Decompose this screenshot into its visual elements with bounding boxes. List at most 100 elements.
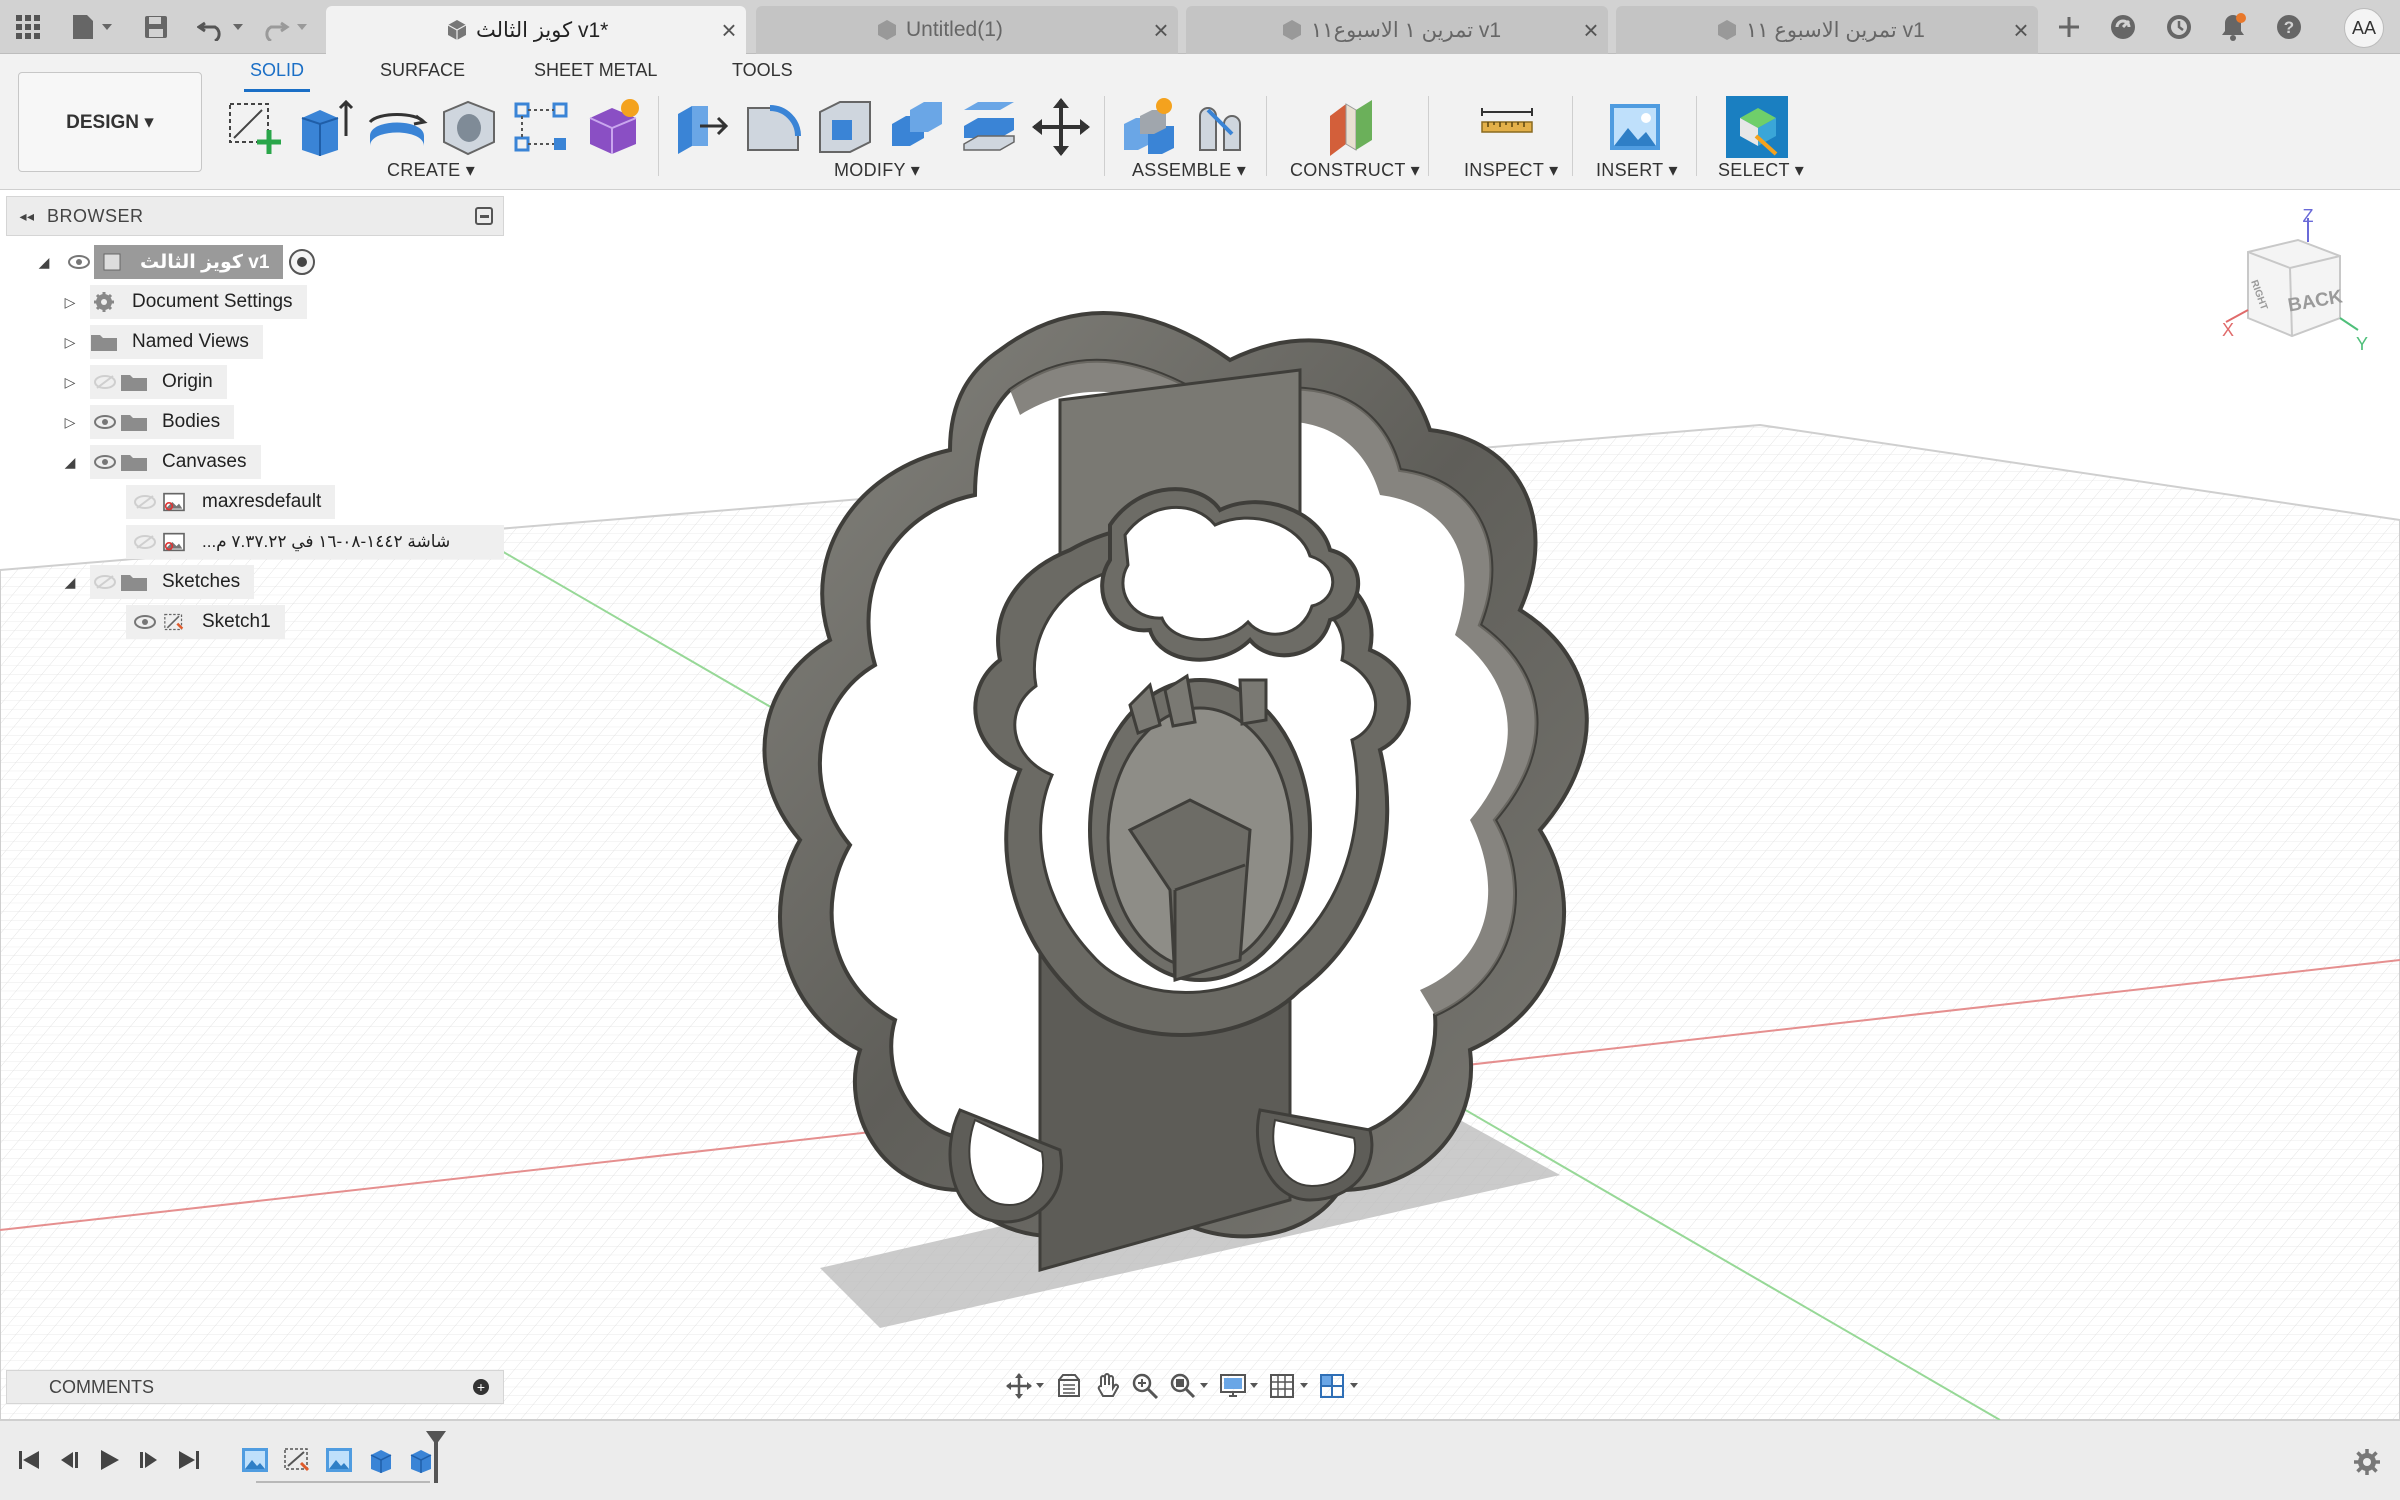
move-icon[interactable] bbox=[1030, 96, 1092, 158]
timeline-extrude-feature-icon[interactable] bbox=[364, 1443, 398, 1477]
browser-item-document-settings[interactable]: ▷ Document Settings bbox=[60, 285, 307, 319]
inspect-menu[interactable]: INSPECT ▾ bbox=[1464, 160, 1558, 181]
browser-pin-icon[interactable] bbox=[475, 207, 493, 225]
expand-icon[interactable]: ▷ bbox=[60, 414, 80, 431]
gear-icon[interactable] bbox=[2350, 1445, 2384, 1479]
step-forward-icon[interactable] bbox=[132, 1443, 166, 1477]
canvas-viewport[interactable]: BACK RIGHT Z X Y bbox=[0, 190, 2400, 1420]
close-icon[interactable]: × bbox=[1574, 15, 1608, 46]
zoom-window-icon[interactable] bbox=[1164, 1368, 1214, 1404]
browser-item-named-views[interactable]: ▷ Named Views bbox=[60, 325, 263, 359]
modify-menu[interactable]: MODIFY ▾ bbox=[834, 160, 920, 181]
browser-item-canvas-screenshot[interactable]: ...شاشة ١٤٤٢-٠٨-١٦ في ٧.٣٧.٢٢ م bbox=[126, 525, 504, 559]
eye-icon[interactable] bbox=[90, 405, 120, 439]
browser-item-bodies[interactable]: ▷ Bodies bbox=[60, 405, 235, 439]
hole-icon[interactable] bbox=[438, 96, 500, 158]
root-component[interactable]: كويز الثالث v1 bbox=[94, 245, 284, 279]
eye-icon[interactable] bbox=[90, 445, 120, 479]
browser-item-canvas-maxresdefault[interactable]: maxresdefault bbox=[126, 485, 336, 519]
extensions-icon[interactable] bbox=[2104, 9, 2142, 45]
hidden-eye-icon[interactable] bbox=[90, 365, 120, 399]
tab-surface[interactable]: SURFACE bbox=[374, 60, 471, 89]
play-icon[interactable] bbox=[92, 1443, 126, 1477]
browser-item-origin[interactable]: ▷ Origin bbox=[60, 365, 227, 399]
grid-menu-icon[interactable] bbox=[10, 9, 46, 45]
undo-icon[interactable] bbox=[196, 9, 248, 45]
expand-icon[interactable]: ◢ bbox=[34, 254, 54, 271]
display-settings-icon[interactable] bbox=[1214, 1368, 1264, 1404]
view-cube[interactable]: BACK RIGHT Z X Y bbox=[2222, 206, 2368, 354]
close-icon[interactable]: × bbox=[1144, 15, 1178, 46]
expand-icon[interactable]: ▷ bbox=[60, 334, 80, 351]
collapse-icon[interactable]: ◢ bbox=[60, 454, 80, 471]
timeline-sketch-feature-icon[interactable] bbox=[280, 1443, 314, 1477]
construct-menu[interactable]: CONSTRUCT ▾ bbox=[1290, 160, 1420, 181]
grid-settings-icon[interactable] bbox=[1264, 1368, 1314, 1404]
tab-exercise-week11[interactable]: تمرين ١ الاسبوع١١ v1 × bbox=[1186, 6, 1608, 54]
design-workspace-button[interactable]: DESIGN ▾ bbox=[18, 72, 202, 172]
tab-sheet-metal[interactable]: SHEET METAL bbox=[528, 60, 663, 89]
viewports-icon[interactable] bbox=[1314, 1368, 1364, 1404]
offset-plane-icon[interactable] bbox=[1320, 96, 1382, 158]
select-icon[interactable] bbox=[1726, 96, 1788, 158]
create-form-icon[interactable] bbox=[582, 96, 644, 158]
shell-icon[interactable] bbox=[814, 96, 876, 158]
extrude-icon[interactable] bbox=[294, 96, 356, 158]
timeline-extrude-feature-icon[interactable] bbox=[404, 1443, 438, 1477]
avatar[interactable]: AA bbox=[2344, 8, 2384, 48]
measure-icon[interactable] bbox=[1476, 96, 1538, 158]
hidden-eye-icon[interactable] bbox=[130, 485, 160, 519]
combine-icon[interactable] bbox=[886, 96, 948, 158]
insert-menu[interactable]: INSERT ▾ bbox=[1596, 160, 1678, 181]
expand-icon[interactable]: ▷ bbox=[60, 374, 80, 391]
tab-tools[interactable]: TOOLS bbox=[726, 60, 799, 89]
offset-face-icon[interactable] bbox=[958, 96, 1020, 158]
eye-icon[interactable] bbox=[130, 605, 160, 639]
file-icon[interactable] bbox=[64, 9, 120, 45]
collapse-panel-icon[interactable]: ◂◂ bbox=[7, 208, 47, 225]
collapse-icon[interactable]: ◢ bbox=[60, 574, 80, 591]
go-to-end-icon[interactable] bbox=[172, 1443, 206, 1477]
create-sketch-icon[interactable] bbox=[222, 96, 284, 158]
revolve-icon[interactable] bbox=[366, 96, 428, 158]
browser-item-canvases[interactable]: ◢ Canvases bbox=[60, 445, 261, 479]
job-status-icon[interactable] bbox=[2160, 9, 2198, 45]
eye-icon[interactable] bbox=[64, 245, 94, 279]
pan-icon[interactable] bbox=[1088, 1368, 1126, 1404]
zoom-icon[interactable] bbox=[1126, 1368, 1164, 1404]
step-back-icon[interactable] bbox=[52, 1443, 86, 1477]
timeline-canvas-feature-icon[interactable] bbox=[322, 1443, 356, 1477]
go-to-start-icon[interactable] bbox=[12, 1443, 46, 1477]
redo-icon[interactable] bbox=[260, 9, 312, 45]
new-tab-icon[interactable] bbox=[2050, 9, 2088, 45]
add-comment-icon[interactable]: + bbox=[473, 1379, 489, 1395]
comments-panel[interactable]: COMMENTS + bbox=[6, 1370, 504, 1404]
assemble-menu[interactable]: ASSEMBLE ▾ bbox=[1132, 160, 1246, 181]
help-icon[interactable]: ? bbox=[2270, 9, 2308, 45]
look-at-icon[interactable] bbox=[1050, 1368, 1088, 1404]
hidden-eye-icon[interactable] bbox=[90, 565, 120, 599]
browser-item-sketches[interactable]: ◢ Sketches bbox=[60, 565, 255, 599]
browser-root-row[interactable]: ◢ كويز الثالث v1 bbox=[34, 245, 316, 279]
close-icon[interactable]: × bbox=[712, 15, 746, 46]
joint-icon[interactable] bbox=[1190, 96, 1252, 158]
press-pull-icon[interactable] bbox=[670, 96, 732, 158]
new-component-icon[interactable] bbox=[1118, 96, 1180, 158]
notifications-icon[interactable] bbox=[2214, 9, 2252, 45]
hidden-eye-icon[interactable] bbox=[130, 525, 160, 559]
tab-untitled[interactable]: Untitled(1) × bbox=[756, 6, 1178, 54]
browser-item-sketch1[interactable]: Sketch1 bbox=[126, 605, 285, 639]
activate-radio-icon[interactable] bbox=[289, 249, 316, 275]
timeline-canvas-feature-icon[interactable] bbox=[238, 1443, 272, 1477]
select-menu[interactable]: SELECT ▾ bbox=[1718, 160, 1804, 181]
orbit-icon[interactable] bbox=[1000, 1368, 1050, 1404]
expand-icon[interactable]: ▷ bbox=[60, 294, 80, 311]
create-menu[interactable]: CREATE ▾ bbox=[387, 160, 475, 181]
fillet-icon[interactable] bbox=[742, 96, 804, 158]
save-icon[interactable] bbox=[138, 9, 174, 45]
insert-canvas-icon[interactable] bbox=[1604, 96, 1666, 158]
close-icon[interactable]: × bbox=[2004, 15, 2038, 46]
pattern-icon[interactable] bbox=[510, 96, 572, 158]
tab-exercise-week11-b[interactable]: تمرين الاسبوع ١١ v1 × bbox=[1616, 6, 2038, 54]
tab-active-document[interactable]: كويز الثالث v1* × bbox=[326, 6, 746, 54]
